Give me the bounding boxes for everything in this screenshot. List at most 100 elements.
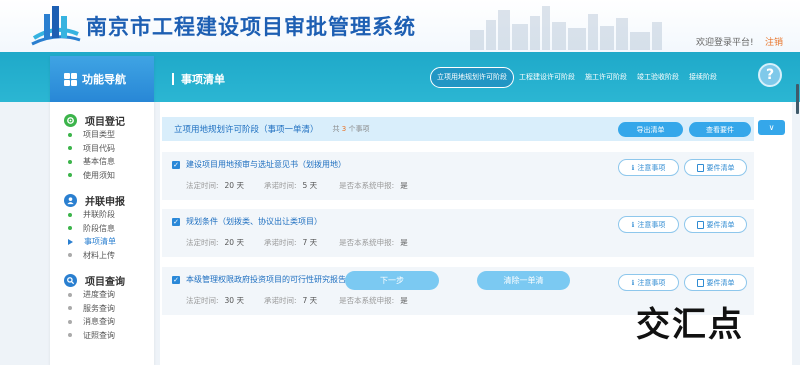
item-checkbox[interactable]: ✓ [172, 217, 180, 226]
info-icon: ℹ [631, 163, 635, 172]
stage-summary-bar: 立项用地规划许可阶段（事项一单清） 共 3 个事项 导出清单 查看要件 [162, 117, 754, 141]
gear-icon [64, 113, 77, 127]
item-count-value: 3 [341, 125, 347, 133]
materials-label: 要件清单 [706, 163, 735, 172]
top-header: 南京市工程建设项目审批管理系统 欢迎登录平台! 注销 [0, 0, 800, 52]
sidebar-item-label: 项目代码 [83, 143, 115, 153]
user-icon [64, 193, 77, 207]
bullet-icon [68, 146, 72, 151]
next-step-button[interactable]: 下一步 [345, 271, 439, 290]
page-title: 事项清单 [181, 73, 225, 86]
tab-continuation-stage[interactable]: 接续阶段 [684, 67, 722, 88]
stage-tabs: 立项用地规划许可阶段 工程建设许可阶段 施工许可阶段 竣工验收阶段 接续阶段 [430, 67, 722, 88]
system-filing-label: 是否本系统申报: [339, 181, 395, 190]
sidebar-item-label: 项目类型 [83, 130, 115, 140]
notice-label: 注意事项 [637, 163, 666, 172]
tab-land-planning-stage[interactable]: 立项用地规划许可阶段 [430, 67, 514, 88]
document-icon [696, 278, 704, 287]
notice-button[interactable]: ℹ 注意事项 [618, 274, 679, 291]
sidebar-item-message-query[interactable]: 消息查询 [64, 315, 154, 329]
notice-button[interactable]: ℹ 注意事项 [618, 159, 679, 176]
item-meta: 法定时间: 30 天 承诺时间: 7 天 是否本系统申报: 是 [186, 295, 408, 306]
item-count: 共 3 个事项 [333, 124, 370, 134]
city-logo-icon [31, 6, 81, 46]
tab-construction-permit-stage[interactable]: 工程建设许可阶段 [514, 67, 580, 88]
notice-button[interactable]: ℹ 注意事项 [618, 216, 679, 233]
item-title[interactable]: 规划条件（划拨类、协议出让类项目） [186, 216, 322, 227]
sidebar-title: 功能导航 [82, 73, 126, 86]
export-list-button[interactable]: 导出清单 [618, 122, 683, 137]
sidebar-item-label: 证照查询 [83, 330, 115, 340]
promise-time-value: 7 天 [302, 238, 318, 247]
grid-icon [64, 72, 77, 86]
site-title: 南京市工程建设项目审批管理系统 [86, 15, 416, 39]
title-marker [172, 73, 174, 85]
sidebar-item-service-query[interactable]: 服务查询 [64, 302, 154, 316]
legal-time-label: 法定时间: [186, 181, 219, 190]
system-filing-label: 是否本系统申报: [339, 238, 395, 247]
nav-group-header[interactable]: 并联申报 [64, 192, 154, 208]
list-item: ✓ 规划条件（划拨类、协议出让类项目） 法定时间: 20 天 承诺时间: 7 天… [162, 209, 754, 257]
nav-group-label: 并联申报 [85, 196, 125, 208]
sidebar-item-progress-query[interactable]: 进度查询 [64, 288, 154, 302]
nav-group-header[interactable]: 项目登记 [64, 112, 154, 128]
nav-group-project-query: 项目查询 进度查询 服务查询 消息查询 证照查询 [50, 272, 154, 342]
info-icon: ℹ [631, 278, 635, 287]
sidebar-item-license-query[interactable]: 证照查询 [64, 329, 154, 343]
sidebar-item-label: 服务查询 [83, 303, 115, 313]
bullet-icon [68, 253, 72, 258]
sidebar-item-label: 阶段信息 [83, 223, 115, 233]
sidebar-item-item-list[interactable]: 事项清单 [64, 235, 154, 249]
materials-list-button[interactable]: 要件清单 [684, 216, 747, 233]
item-count-prefix: 共 [332, 125, 340, 133]
item-title-row: ✓ 建设项目用地预审与选址意见书（划拨用地） [172, 159, 346, 170]
document-icon [696, 220, 704, 229]
welcome-text: 欢迎登录平台! [696, 38, 754, 48]
legal-time-value: 30 天 [224, 296, 244, 305]
sidebar-item-usage-notes[interactable]: 使用须知 [64, 169, 154, 183]
sidebar-item-label: 基本信息 [83, 157, 115, 167]
notice-label: 注意事项 [637, 220, 666, 229]
sidebar-item-basic-info[interactable]: 基本信息 [64, 155, 154, 169]
clear-list-button[interactable]: 清除一单清 [477, 271, 570, 290]
item-checkbox[interactable]: ✓ [172, 275, 180, 284]
materials-list-button[interactable]: 要件清单 [684, 274, 747, 291]
list-item: ✓ 建设项目用地预审与选址意见书（划拨用地） 法定时间: 20 天 承诺时间: … [162, 152, 754, 200]
legal-time-value: 20 天 [224, 181, 244, 190]
sidebar-item-label: 进度查询 [83, 290, 115, 300]
sidebar-item-project-type[interactable]: 项目类型 [64, 128, 154, 142]
help-button[interactable]: ? [758, 63, 782, 87]
bullet-icon [68, 306, 72, 311]
view-materials-button[interactable]: 查看要件 [689, 122, 751, 137]
bullet-icon [68, 292, 72, 297]
bullet-icon [68, 173, 72, 178]
materials-label: 要件清单 [706, 220, 735, 229]
item-title[interactable]: 建设项目用地预审与选址意见书（划拨用地） [186, 159, 346, 170]
sidebar-item-label: 并联阶段 [83, 210, 115, 220]
sidebar-item-stage-info[interactable]: 阶段信息 [64, 222, 154, 236]
arrow-right-icon [68, 238, 73, 245]
bullet-icon [68, 159, 72, 164]
city-skyline-image [470, 6, 662, 50]
item-meta: 法定时间: 20 天 承诺时间: 5 天 是否本系统申报: 是 [186, 180, 408, 191]
tab-acceptance-stage[interactable]: 竣工验收阶段 [632, 67, 684, 88]
sidebar-item-project-code[interactable]: 项目代码 [64, 142, 154, 156]
nav-group-parallel-filing: 并联申报 并联阶段 阶段信息 事项清单 材料上传 [50, 192, 154, 262]
item-checkbox[interactable]: ✓ [172, 160, 180, 169]
expand-button[interactable]: ∨ [758, 120, 785, 135]
system-filing-value: 是 [400, 181, 408, 190]
nav-group-header[interactable]: 项目查询 [64, 272, 154, 288]
sidebar-item-parallel-stage[interactable]: 并联阶段 [64, 208, 154, 222]
sidebar-item-label: 使用须知 [83, 170, 115, 180]
tab-building-permit-stage[interactable]: 施工许可阶段 [580, 67, 632, 88]
sidebar-item-material-upload[interactable]: 材料上传 [64, 249, 154, 263]
scrollbar-thumb[interactable] [796, 84, 799, 114]
sidebar-header: 功能导航 [50, 56, 154, 102]
legal-time-label: 法定时间: [186, 296, 219, 305]
item-title[interactable]: 本级管理权限政府投资项目的可行性研究报告审批 [186, 274, 362, 285]
main-header: 事项清单 立项用地规划许可阶段 工程建设许可阶段 施工许可阶段 竣工验收阶段 接… [160, 56, 792, 102]
logout-link[interactable]: 注销 [765, 35, 783, 48]
info-icon: ℹ [631, 220, 635, 229]
sidebar: 功能导航 项目登记 项目类型 项目代码 基本信息 使用须知 并联申报 并联阶段 … [50, 56, 154, 365]
materials-list-button[interactable]: 要件清单 [684, 159, 747, 176]
